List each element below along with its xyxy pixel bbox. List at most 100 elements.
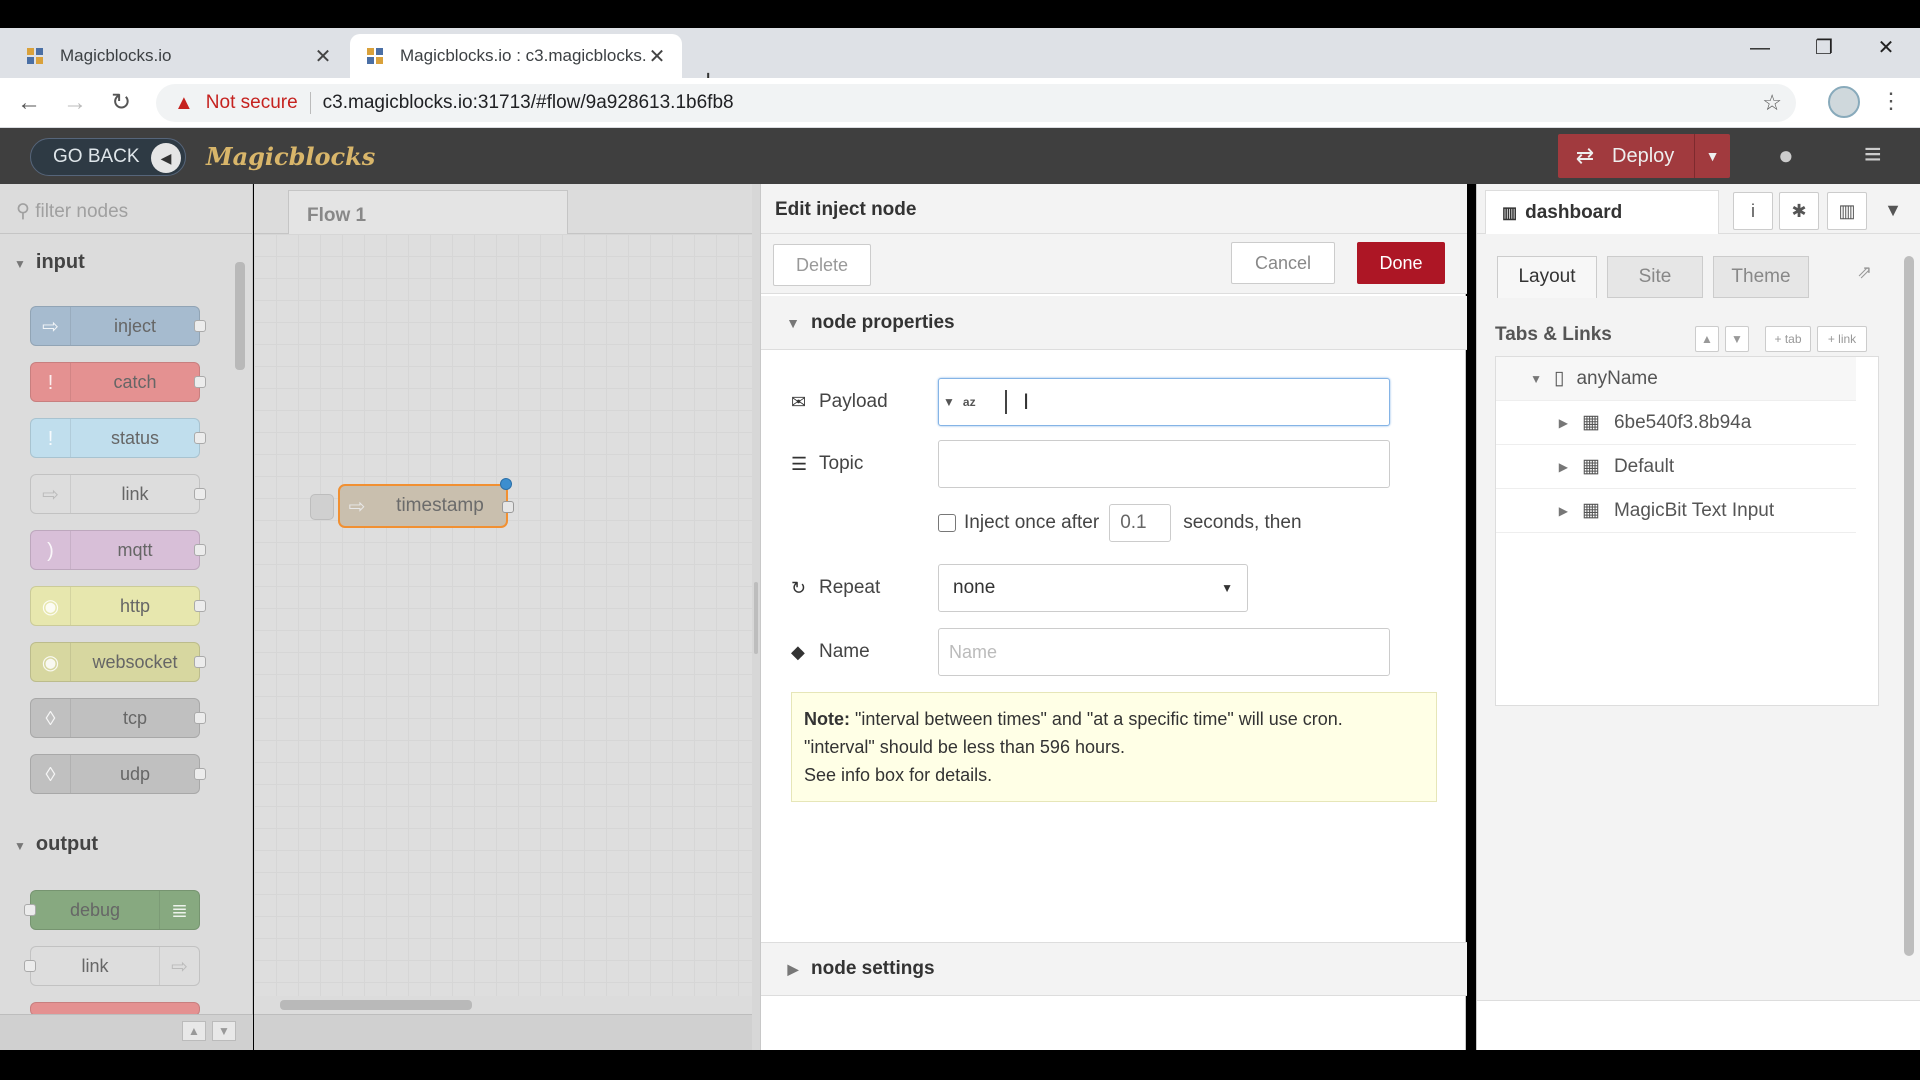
inject-once-delay-input[interactable]: 0.1 xyxy=(1109,504,1172,542)
expand-up-icon[interactable]: ▲ xyxy=(1695,326,1719,352)
url-text[interactable]: c3.magicblocks.io:31713/#flow/9a928613.1… xyxy=(323,92,734,114)
section-node-settings[interactable]: ▶ node settings xyxy=(761,942,1467,996)
tab-layout[interactable]: Layout xyxy=(1497,256,1597,298)
inject-trigger-button[interactable] xyxy=(310,494,334,520)
palette-node-catch[interactable]: ! catch xyxy=(30,362,206,402)
collapse-down-icon[interactable]: ▼ xyxy=(212,1021,236,1041)
expand-down-icon[interactable]: ▼ xyxy=(1725,326,1749,352)
edit-node-tray: Edit inject node Delete Cancel Done ▼ no… xyxy=(760,184,1467,1050)
palette-node-link-in[interactable]: ⇨ link xyxy=(30,474,206,514)
deploy-dropdown-icon[interactable]: ▼ xyxy=(1694,134,1730,178)
output-port[interactable] xyxy=(502,501,514,513)
workspace-hscrollbar[interactable] xyxy=(268,996,738,1014)
table-icon: ▦ xyxy=(1582,500,1600,521)
external-link-icon[interactable]: ⇗ xyxy=(1857,262,1872,283)
filter-nodes-input[interactable]: ⚲ filter nodes xyxy=(0,184,253,234)
payload-input[interactable]: ▼ az I xyxy=(938,378,1390,426)
palette-node-label: http xyxy=(119,595,151,616)
deploy-button[interactable]: ⇄ Deploy ▼ xyxy=(1558,134,1730,178)
sidebar-dropdown-icon[interactable]: ▼ xyxy=(1873,192,1913,230)
topic-label: Topic xyxy=(819,453,864,474)
hamburger-menu-icon[interactable]: ≡ xyxy=(1864,138,1882,172)
palette-node-label: status xyxy=(110,427,160,448)
tree-item-anyName[interactable]: ▼ ▯ anyName xyxy=(1496,357,1856,401)
chevron-right-icon: ▶ xyxy=(787,960,799,977)
browser-menu-icon[interactable]: ⋮ xyxy=(1880,88,1902,114)
inject-once-row: Inject once after 0.1 seconds, then xyxy=(938,504,1302,542)
text-cursor-icon: I xyxy=(1023,389,1030,414)
output-port xyxy=(194,656,206,668)
palette-node-inject[interactable]: ⇨ inject xyxy=(30,306,206,346)
tray-resize-handle[interactable] xyxy=(752,184,760,1050)
browser-tab-1[interactable]: Magicblocks.io ✕ xyxy=(10,34,348,78)
exclamation-icon: ! xyxy=(31,363,71,401)
minimize-icon[interactable]: — xyxy=(1730,28,1790,68)
palette-node-websocket[interactable]: ◉ websocket xyxy=(30,642,206,682)
tree-item-group-1[interactable]: ▶ ▦ 6be540f3.8b94a xyxy=(1496,401,1856,445)
close-tab-icon[interactable]: ✕ xyxy=(646,44,668,69)
category-label: output xyxy=(35,833,99,855)
dashboard-chart-icon[interactable]: ▥ xyxy=(1827,192,1867,230)
workspace-footer xyxy=(254,1014,752,1050)
reload-icon[interactable]: ↻ xyxy=(104,86,138,120)
debug-bug-icon[interactable]: ✱ xyxy=(1779,192,1819,230)
collapse-up-icon[interactable]: ▲ xyxy=(182,1021,206,1041)
tab-site[interactable]: Site xyxy=(1607,256,1703,298)
cancel-button[interactable]: Cancel xyxy=(1231,242,1335,284)
tree-item-group-default[interactable]: ▶ ▦ Default xyxy=(1496,445,1856,489)
sidebar-scrollbar[interactable] xyxy=(1899,234,1919,1000)
go-back-button[interactable]: GO BACK ◀ xyxy=(30,138,186,176)
add-tab-button[interactable]: + tab xyxy=(1765,326,1811,352)
profile-avatar[interactable] xyxy=(1828,86,1860,118)
scrollbar-thumb[interactable] xyxy=(1904,256,1914,956)
done-button[interactable]: Done xyxy=(1357,242,1445,284)
tab-dashboard[interactable]: ▥ dashboard xyxy=(1485,190,1719,234)
topic-input[interactable] xyxy=(938,440,1390,488)
tree-item-group-magicbit[interactable]: ▶ ▦ MagicBit Text Input xyxy=(1496,489,1856,533)
link-arrow-icon: ⇨ xyxy=(159,947,199,985)
palette-node-debug[interactable]: debug ≣ xyxy=(24,890,200,930)
address-bar[interactable]: ▲ Not secure c3.magicblocks.io:31713/#fl… xyxy=(156,84,1796,122)
workspace-tabs: Flow 1 xyxy=(254,184,752,234)
bookmark-star-icon[interactable]: ☆ xyxy=(1762,90,1782,116)
bar-chart-icon: ▥ xyxy=(1502,204,1518,222)
inject-node-timestamp[interactable]: ⇨ timestamp xyxy=(310,478,514,528)
close-tab-icon[interactable]: ✕ xyxy=(312,44,334,69)
scrollbar-thumb[interactable] xyxy=(235,262,245,370)
scrollbar-thumb[interactable] xyxy=(280,1000,472,1010)
add-link-button[interactable]: + link xyxy=(1817,326,1867,352)
palette-node-link-out[interactable]: link ⇨ xyxy=(24,946,200,986)
palette-node-udp[interactable]: ◊ udp xyxy=(30,754,206,794)
palette-node-mqtt[interactable]: ) mqtt xyxy=(30,530,206,570)
user-icon[interactable]: ● xyxy=(1778,140,1794,171)
name-row: ◆ Name xyxy=(791,628,939,676)
warning-icon: ▲ xyxy=(174,91,194,114)
back-arrow-icon[interactable]: ← xyxy=(12,86,46,120)
palette-scrollbar[interactable] xyxy=(232,238,248,998)
repeat-select[interactable]: none ▼ xyxy=(938,564,1248,612)
inject-once-checkbox[interactable] xyxy=(938,514,956,532)
arrow-icon: ⇨ xyxy=(348,495,366,518)
browser-tab-2[interactable]: Magicblocks.io : c3.magicblocks.i ✕ xyxy=(350,34,682,78)
palette-node-tcp[interactable]: ◊ tcp xyxy=(30,698,206,738)
close-window-icon[interactable]: ✕ xyxy=(1856,28,1916,68)
delete-button[interactable]: Delete xyxy=(773,244,871,286)
tab-theme[interactable]: Theme xyxy=(1713,256,1809,298)
info-icon[interactable]: i xyxy=(1733,192,1773,230)
flow-canvas[interactable]: ⇨ timestamp xyxy=(254,234,752,996)
section-node-properties[interactable]: ▼ node properties xyxy=(761,296,1467,350)
chevron-right-icon: ▶ xyxy=(1558,459,1568,474)
payload-type-dropdown[interactable]: ▼ az xyxy=(943,379,997,425)
forward-arrow-icon[interactable]: → xyxy=(58,86,92,120)
output-port xyxy=(194,376,206,388)
restore-icon[interactable]: ❐ xyxy=(1794,28,1854,68)
tab-flow-1[interactable]: Flow 1 xyxy=(288,190,568,234)
category-output[interactable]: ▼ output xyxy=(0,824,230,864)
chevron-right-icon: ▶ xyxy=(1558,503,1568,518)
palette-node-http[interactable]: ◉ http xyxy=(30,586,206,626)
palette-node-status[interactable]: ! status xyxy=(30,418,206,458)
category-input[interactable]: ▼ input xyxy=(0,242,230,282)
chevron-down-icon: ▼ xyxy=(786,314,800,331)
name-input[interactable]: Name xyxy=(938,628,1390,676)
link-arrow-icon: ⇨ xyxy=(31,475,71,513)
